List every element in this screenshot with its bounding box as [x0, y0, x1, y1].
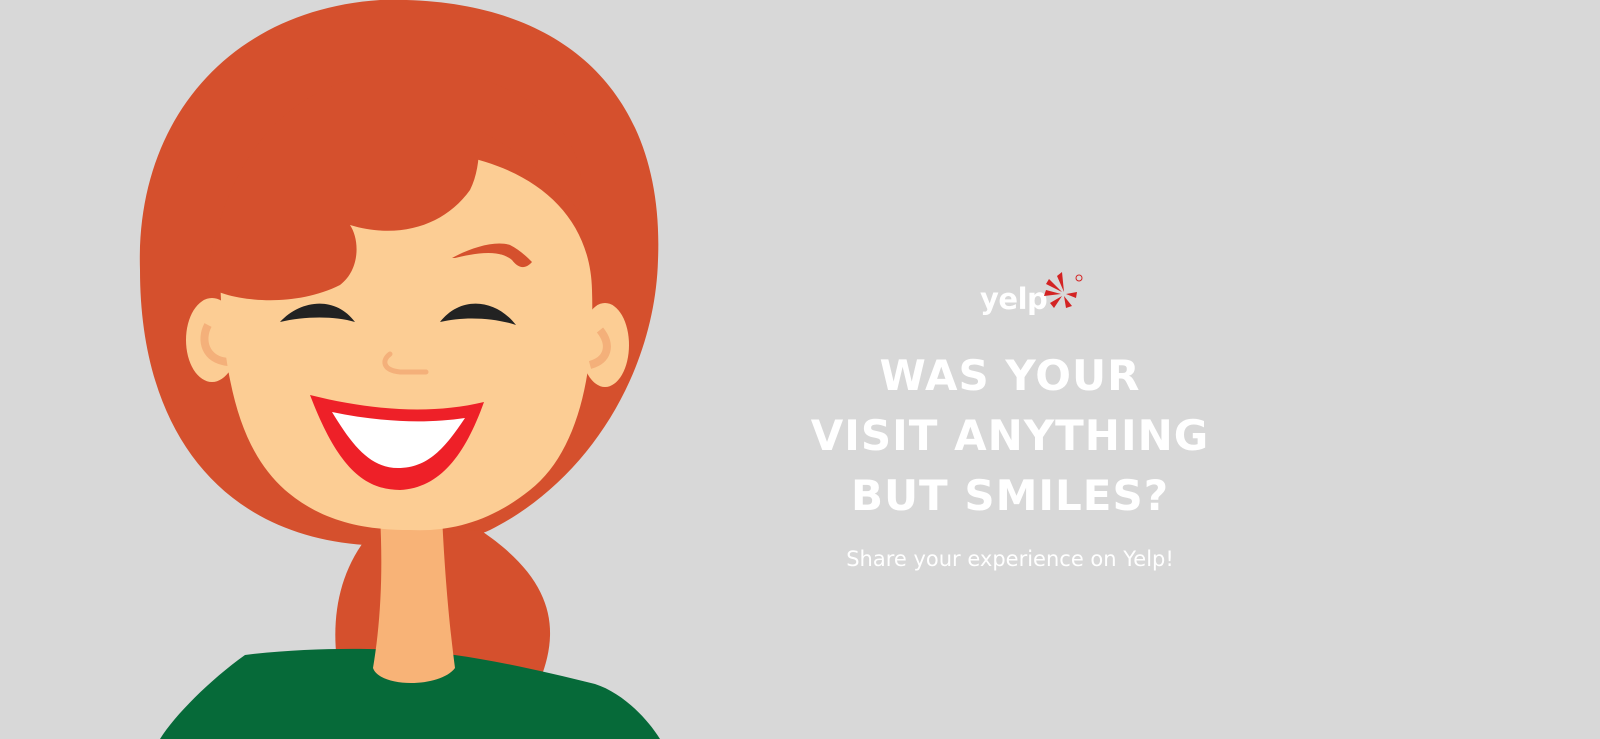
headline-line-1: WAS YOUR: [879, 351, 1141, 400]
yelp-burst-icon: [1044, 272, 1083, 308]
headline: WAS YOUR VISIT ANYTHING BUT SMILES?: [775, 346, 1245, 526]
headline-line-2: VISIT ANYTHING: [810, 411, 1210, 460]
share-experience-text: Share your experience on Yelp!: [846, 547, 1174, 571]
headline-line-3: BUT SMILES?: [850, 471, 1170, 520]
smiling-woman-illustration: [139, 0, 660, 739]
yelp-logo[interactable]: yelp: [980, 270, 1090, 332]
neck: [373, 515, 455, 683]
call-to-action-panel: yelp WAS YOUR VISIT ANYTHING BUT SMILES?…: [775, 262, 1245, 582]
yelp-ad-banner: yelp WAS YOUR VISIT ANYTHING BUT SMILES?…: [0, 0, 1600, 739]
yelp-logo-wordmark: yelp: [980, 282, 1048, 316]
